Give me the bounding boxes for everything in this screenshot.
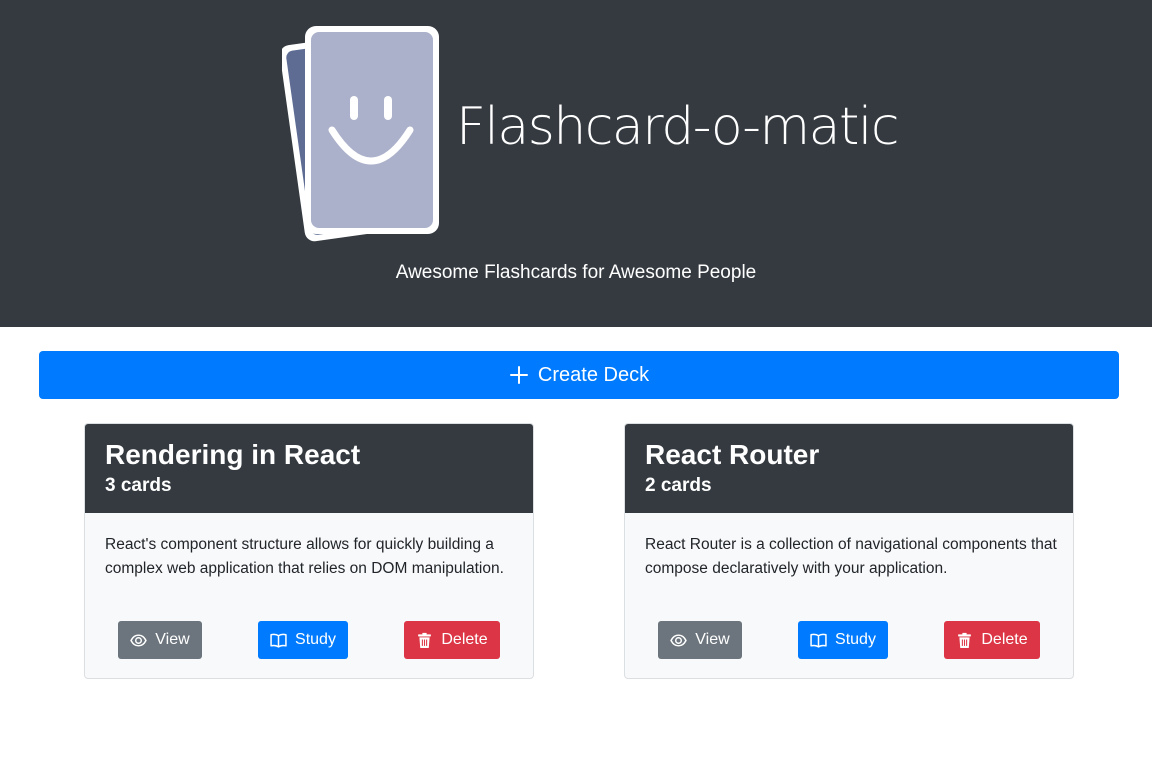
view-deck-button[interactable]: View — [118, 621, 202, 659]
create-deck-label: Create Deck — [537, 363, 650, 386]
deck-card-count: 2 cards — [645, 475, 712, 496]
page-header: Flashcard-o-matic Awesome Flashcards for… — [0, 0, 1152, 327]
view-deck-button[interactable]: View — [658, 621, 742, 659]
app-title: Flashcard-o-matic — [456, 97, 899, 157]
trash-icon — [418, 632, 432, 648]
deck-card-header: React Router 2 cards — [625, 424, 1073, 513]
study-label: Study — [835, 631, 876, 648]
deck-description: React Router is a collection of navigati… — [645, 536, 1057, 577]
book-icon — [810, 633, 827, 648]
study-deck-button[interactable]: Study — [258, 621, 348, 659]
deck-name: Rendering in React — [105, 439, 361, 470]
delete-label: Delete — [441, 631, 488, 648]
app-tagline: Awesome Flashcards for Awesome People — [395, 262, 757, 283]
deck-description: React's component structure allows for q… — [105, 536, 504, 577]
eye-icon — [130, 633, 148, 647]
delete-deck-button[interactable]: Delete — [404, 621, 500, 659]
delete-deck-button[interactable]: Delete — [944, 621, 1040, 659]
trash-icon — [958, 632, 972, 648]
study-deck-button[interactable]: Study — [798, 621, 888, 659]
study-label: Study — [295, 631, 336, 648]
smiley-card-logo — [282, 26, 439, 242]
delete-label: Delete — [981, 631, 1028, 648]
create-deck-button[interactable]: Create Deck — [39, 351, 1119, 399]
deck-name: React Router — [645, 439, 820, 470]
view-label: View — [695, 631, 730, 648]
deck-card: React Router 2 cards React Router is a c… — [624, 423, 1074, 679]
deck-card-header: Rendering in React 3 cards — [85, 424, 533, 513]
eye-icon — [670, 633, 688, 647]
book-icon — [270, 633, 287, 648]
deck-card-count: 3 cards — [105, 475, 172, 496]
deck-card: Rendering in React 3 cards React's compo… — [84, 423, 534, 679]
plus-icon — [509, 366, 528, 384]
view-label: View — [155, 631, 190, 648]
